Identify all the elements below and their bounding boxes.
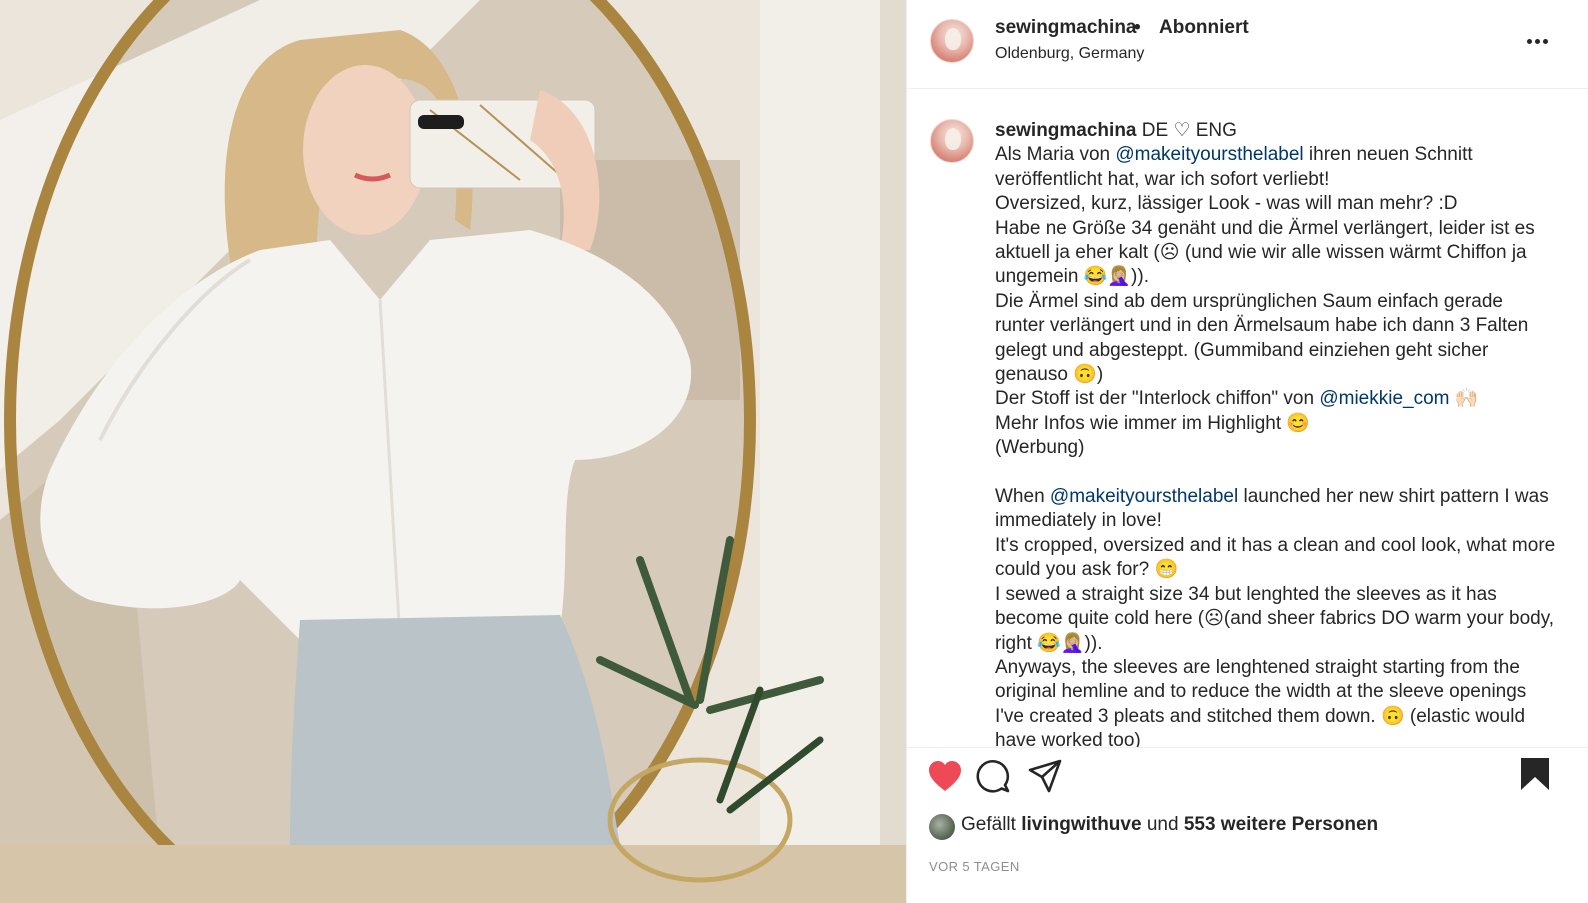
- share-paper-plane-icon[interactable]: [1027, 758, 1063, 794]
- caption-line: Mehr Infos wie immer im Highlight 😊: [995, 412, 1311, 434]
- liker-avatar[interactable]: [929, 814, 955, 840]
- post-caption: sewingmachina DE ♡ ENG Als Maria von @ma…: [995, 119, 1557, 747]
- caption-line: I sewed a straight size 34 but lenghted …: [995, 583, 1555, 654]
- post-image[interactable]: [0, 0, 906, 903]
- author-username[interactable]: sewingmachina: [995, 17, 1137, 39]
- like-heart-icon[interactable]: [927, 760, 963, 792]
- author-avatar[interactable]: [930, 19, 974, 63]
- mention-link[interactable]: @makeityoursthelabel: [1050, 486, 1238, 507]
- separator-dot: •: [1134, 17, 1141, 38]
- caption-scroll-area[interactable]: sewingmachina DE ♡ ENG Als Maria von @ma…: [907, 89, 1588, 747]
- caption-username[interactable]: sewingmachina: [995, 120, 1137, 141]
- mention-link[interactable]: @miekkie_com: [1319, 388, 1449, 409]
- bookmark-filled-icon[interactable]: [1519, 756, 1551, 792]
- post-detail-panel: sewingmachina • Abonniert Oldenburg, Ger…: [906, 0, 1588, 903]
- caption-line: Anyways, the sleeves are lenghtened stra…: [995, 656, 1527, 747]
- post-location[interactable]: Oldenburg, Germany: [995, 45, 1144, 63]
- post-timestamp[interactable]: VOR 5 TAGEN: [929, 859, 1020, 874]
- caption-author-avatar[interactable]: [930, 119, 974, 163]
- follow-status-button[interactable]: Abonniert: [1159, 17, 1249, 39]
- caption-line: Die Ärmel sind ab dem ursprünglichen Sau…: [995, 290, 1529, 386]
- post-photo-illustration: [0, 0, 906, 903]
- post-header: sewingmachina • Abonniert Oldenburg, Ger…: [907, 0, 1588, 89]
- caption-line: sewingmachina DE ♡ ENG: [995, 120, 1237, 141]
- caption-line: Habe ne Größe 34 genäht und die Ärmel ve…: [995, 217, 1535, 288]
- caption-line: Der Stoff ist der "Interlock chiffon" vo…: [995, 388, 1479, 410]
- caption-line: It's cropped, oversized and it has a cle…: [995, 534, 1556, 581]
- caption-line: Oversized, kurz, lässiger Look - was wil…: [995, 193, 1458, 215]
- likes-summary[interactable]: Gefällt livingwithuve und 553 weitere Pe…: [961, 814, 1378, 836]
- caption-line: When @makeityoursthelabel launched her n…: [995, 486, 1549, 532]
- comment-icon[interactable]: [975, 758, 1011, 794]
- caption-line: (Werbung): [995, 437, 1085, 459]
- caption-line: Als Maria von @makeityoursthelabel ihren…: [995, 144, 1473, 190]
- more-options-icon[interactable]: [1527, 31, 1553, 51]
- mention-link[interactable]: @makeityoursthelabel: [1115, 144, 1303, 165]
- likes-count[interactable]: 553 weitere Personen: [1184, 814, 1378, 835]
- liker-username[interactable]: livingwithuve: [1021, 814, 1141, 835]
